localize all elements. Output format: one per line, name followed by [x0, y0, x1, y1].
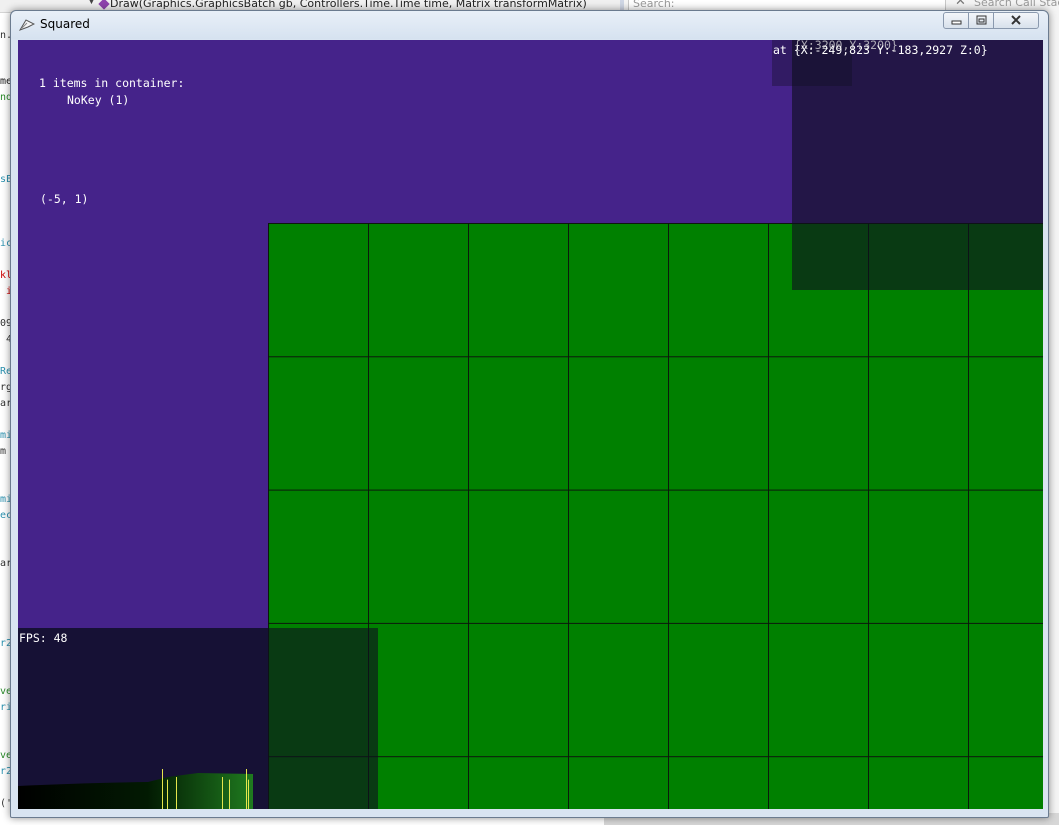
cursor-position-label: at {X:-249,823 Y:-183,2927 Z:0} — [773, 42, 988, 58]
title-bar[interactable]: Squared — [11, 11, 1048, 39]
app-icon — [19, 19, 35, 31]
cursor-position-prefix: at — [773, 43, 794, 57]
container-header: 1 items in container: — [39, 76, 185, 90]
container-item: NoKey (1) — [67, 93, 130, 107]
close-icon[interactable]: ✕ — [955, 0, 966, 9]
grid-coordinate: (-5, 1) — [40, 192, 89, 206]
squared-window: Squared 1 items in container: NoKey (1) … — [10, 10, 1049, 818]
method-signature[interactable]: Draw(Graphics.GraphicsBatch gb, Controll… — [110, 0, 587, 10]
fps-graph-area — [18, 773, 253, 809]
minimize-button[interactable] — [943, 12, 969, 29]
cursor-position-value: {X:-249,823 Y:-183,2927 Z:0} — [793, 43, 988, 57]
game-canvas[interactable]: 1 items in container: NoKey (1) (-5, 1) … — [18, 40, 1043, 809]
dropdown-arrow-icon[interactable]: ▼ — [88, 0, 95, 6]
maximize-button[interactable] — [968, 12, 994, 29]
minimize-icon — [951, 20, 962, 25]
tile-grid[interactable] — [268, 223, 1043, 809]
close-icon — [1011, 15, 1021, 25]
maximize-icon — [976, 15, 987, 25]
window-title: Squared — [40, 17, 90, 31]
fps-counter: FPS: 48 — [19, 631, 68, 645]
method-icon — [98, 0, 110, 10]
fps-graph — [18, 768, 253, 809]
close-button[interactable] — [993, 12, 1039, 29]
search-call-stack-input[interactable]: Search Call Stac — [974, 0, 1059, 9]
